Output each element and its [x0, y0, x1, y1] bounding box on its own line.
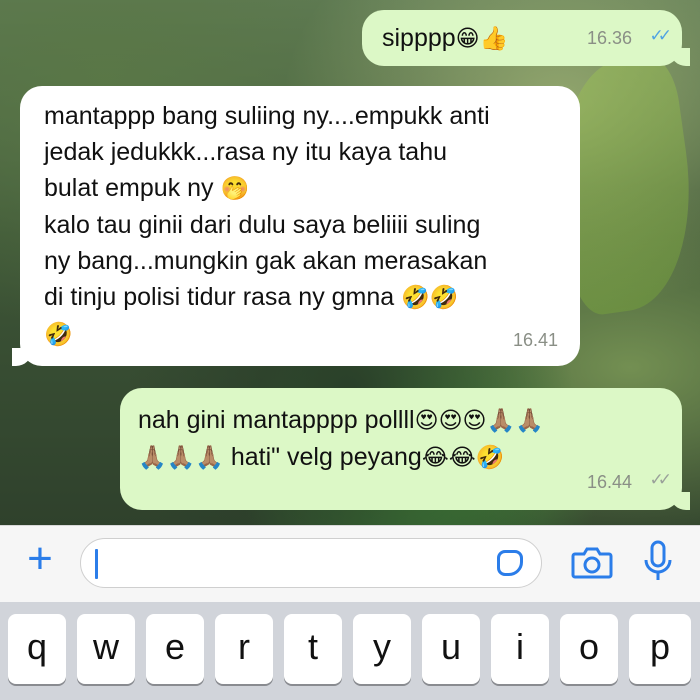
message-line: kalo tau ginii dari dulu saya beliiii su… — [44, 211, 481, 239]
message-emojis: 🤣🤣 — [401, 285, 459, 311]
message-emoji: 🤭 — [220, 176, 250, 202]
message-line: bulat empuk ny — [44, 174, 214, 202]
message-emojis: 😂😂🤣 — [421, 445, 505, 471]
key-y[interactable]: y — [353, 614, 411, 684]
key-w[interactable]: w — [77, 614, 135, 684]
key-r[interactable]: r — [215, 614, 273, 684]
key-p[interactable]: p — [629, 614, 691, 684]
key-u[interactable]: u — [422, 614, 480, 684]
message-line: hati" velg peyang — [230, 443, 422, 471]
message-line: nah gini mantapppp pollll — [138, 406, 415, 434]
message-time: 16.41 — [512, 330, 558, 350]
message-emoji: 🤣 — [44, 322, 73, 348]
message-incoming[interactable]: mantappp bang suliing ny....empukk anti … — [12, 86, 580, 366]
read-ticks-icon: ✓✓ — [649, 26, 672, 45]
message-line: di tinju polisi tidur rasa ny gmna — [44, 283, 395, 311]
message-line: ny bang...mungkin gak akan merasakan — [44, 247, 488, 275]
message-line: mantappp bang suliing ny....empukk anti — [44, 102, 490, 130]
microphone-icon[interactable] — [643, 540, 673, 584]
message-outgoing[interactable]: sipppp😁👍 16.36 ✓✓ — [362, 10, 690, 66]
keyboard: q w e r t y u i o p — [0, 602, 700, 700]
message-time: 16.44 — [586, 472, 632, 492]
message-input[interactable] — [80, 538, 542, 588]
message-emojis: 😁👍 — [455, 26, 509, 52]
message-emojis: 🙏🏽🙏🏽🙏🏽 — [138, 445, 224, 471]
message-input-bar: + — [0, 525, 700, 603]
message-outgoing[interactable]: nah gini mantapppp pollll😍😍😍🙏🏽🙏🏽 🙏🏽🙏🏽🙏🏽 … — [120, 388, 690, 510]
text-cursor — [95, 549, 98, 579]
key-o[interactable]: o — [560, 614, 618, 684]
sent-ticks-icon: ✓✓ — [649, 470, 672, 489]
message-text: sipppp — [382, 24, 456, 52]
key-e[interactable]: e — [146, 614, 204, 684]
key-t[interactable]: t — [284, 614, 342, 684]
sticker-icon[interactable] — [497, 550, 523, 576]
message-line: jedak jedukkk...rasa ny itu kaya tahu — [44, 138, 448, 166]
message-emojis: 😍😍😍🙏🏽🙏🏽 — [414, 408, 544, 434]
message-time: 16.36 — [586, 28, 632, 48]
camera-icon[interactable] — [571, 546, 613, 580]
key-i[interactable]: i — [491, 614, 549, 684]
plus-icon[interactable]: + — [20, 537, 60, 581]
key-q[interactable]: q — [8, 614, 66, 684]
